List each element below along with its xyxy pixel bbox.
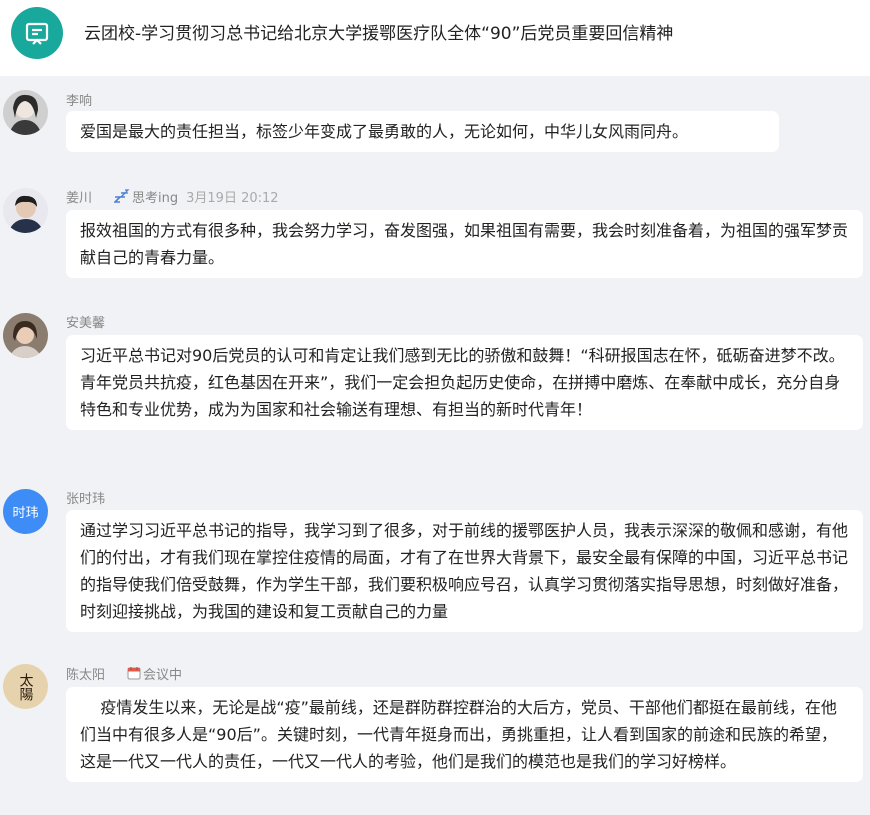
sender-name: 姜川 (66, 190, 93, 206)
avatar[interactable] (3, 188, 48, 233)
timestamp: 3月19日 20:12 (186, 190, 279, 206)
message-text: 习近平总书记对90后党员的认可和肯定让我们感到无比的骄傲和鼓舞！“科研报国志在怀… (80, 346, 845, 419)
message-bubble[interactable]: 疫情发生以来，无论是战“疫”最前线，还是群防群控群治的大后方，党员、干部他们都挺… (66, 687, 863, 782)
chat-title: 云团校-学习贯彻习总书记给北京大学援鄂医疗队全体“90”后党员重要回信精神 (84, 24, 674, 44)
message-meta: 李响 (66, 90, 93, 109)
message-bubble[interactable]: 报效祖国的方式有很多种，我会努力学习，奋发图强，如果祖国有需要，我会时刻准备着，… (66, 210, 863, 278)
user-status: 思考ing (114, 187, 178, 206)
message-meta: 安美馨 (66, 312, 106, 331)
status-text: 思考ing (132, 190, 179, 206)
sender-name: 安美馨 (66, 315, 106, 331)
message-text: 爱国是最大的责任担当，标签少年变成了最勇敢的人，无论如何，中华儿女风雨同舟。 (80, 122, 689, 141)
sender-name: 张时玮 (66, 491, 106, 507)
calendar-icon (127, 666, 141, 680)
message-bubble[interactable]: 爱国是最大的责任担当，标签少年变成了最勇敢的人，无论如何，中华儿女风雨同舟。 (66, 111, 779, 152)
zzz-icon (114, 189, 130, 203)
avatar-calligraphy: 太陽 (17, 672, 34, 701)
avatar[interactable] (3, 90, 48, 135)
chat-board-icon[interactable] (11, 7, 63, 59)
message-text: 报效祖国的方式有很多种，我会努力学习，奋发图强，如果祖国有需要，我会时刻准备着，… (80, 221, 849, 267)
message-bubble[interactable]: 习近平总书记对90后党员的认可和肯定让我们感到无比的骄傲和鼓舞！“科研报国志在怀… (66, 335, 863, 430)
sender-name: 李响 (66, 93, 93, 109)
avatar-initials: 时玮 (12, 506, 39, 521)
message-meta: 陈太阳 会议中 (66, 664, 182, 683)
message-meta: 姜川 思考ing 3月19日 20:12 (66, 187, 279, 206)
user-status: 会议中 (127, 664, 182, 683)
sender-name: 陈太阳 (66, 667, 106, 683)
message-bubble[interactable]: 通过学习习近平总书记的指导，我学习到了很多，对于前线的援鄂医护人员，我表示深深的… (66, 510, 863, 632)
message-text: 通过学习习近平总书记的指导，我学习到了很多，对于前线的援鄂医护人员，我表示深深的… (80, 521, 849, 621)
message-text: 疫情发生以来，无论是战“疫”最前线，还是群防群控群治的大后方，党员、干部他们都挺… (80, 698, 837, 771)
message-meta: 张时玮 (66, 488, 106, 507)
avatar[interactable]: 太陽 (3, 664, 48, 709)
avatar[interactable]: 时玮 (3, 489, 48, 534)
chat-header: 云团校-学习贯彻习总书记给北京大学援鄂医疗队全体“90”后党员重要回信精神 (0, 0, 870, 76)
status-text: 会议中 (143, 667, 183, 683)
avatar[interactable] (3, 313, 48, 358)
